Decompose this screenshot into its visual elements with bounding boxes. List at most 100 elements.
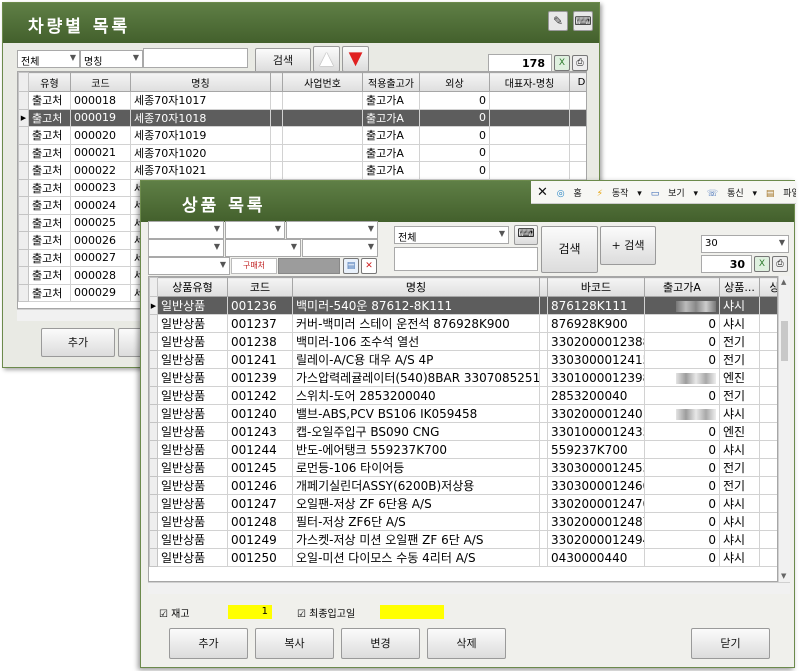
table-row[interactable]: 일반상품 001242 스위치-도어 2853200040 2853200040 0 전기 (149, 386, 777, 405)
product-filter-3[interactable]: ▼ (286, 221, 378, 239)
col-header-type[interactable]: 유형 (28, 72, 71, 92)
col-splitter[interactable] (270, 72, 283, 92)
col-header-name[interactable]: 명칭 (292, 277, 540, 297)
product-plus-search-button[interactable]: + 검색 (600, 226, 656, 265)
menu-view[interactable]: ▭ 보기 ▾ (651, 183, 698, 203)
excel-icon[interactable]: X (554, 55, 570, 71)
row-indicator[interactable] (149, 368, 158, 387)
scroll-thumb[interactable] (781, 321, 788, 361)
menu-home[interactable]: ◎ 홈 (557, 183, 588, 203)
product-copy-button[interactable]: 복사 (255, 628, 334, 659)
vehicle-search-button[interactable]: 검색 (255, 48, 311, 73)
product-filter-7[interactable]: ▼ (148, 257, 230, 275)
sort-down-icon[interactable]: ▼ (342, 46, 369, 72)
table-row[interactable]: ▶ 출고처 000019 세종70자1018 출고가A 0 (18, 108, 586, 127)
product-close-button[interactable]: 닫기 (691, 628, 770, 659)
col-header-product-type[interactable]: 상품유형 (157, 277, 228, 297)
row-indicator[interactable] (149, 350, 158, 369)
table-row[interactable]: 출고처 000020 세종70자1019 출고가A 0 (18, 126, 586, 145)
table-row[interactable]: ▶ 일반상품 001236 백미러-540운 87612-8K111 876128K11… (149, 296, 777, 315)
col-splitter[interactable] (539, 277, 548, 297)
row-indicator[interactable] (18, 283, 29, 302)
table-row[interactable]: 일반상품 001238 백미러-106 조수석 열선 3302000012388 0 전기 (149, 332, 777, 351)
table-row[interactable]: 일반상품 001250 오일-미션 다이모스 수동 4리터 A/S 043000044… (149, 548, 777, 567)
vehicle-field-select[interactable]: 명칭 ▼ (80, 50, 143, 68)
product-add-button[interactable]: 추가 (169, 628, 248, 659)
table-row[interactable]: 일반상품 001241 릴레이-A/C용 대우 A/S 4P 330300001241… (149, 350, 777, 369)
print-icon[interactable]: ⎙ (572, 55, 588, 71)
menu-file[interactable]: ▤ 파일 & (766, 183, 796, 203)
row-indicator[interactable] (149, 440, 158, 459)
product-search-button[interactable]: 검색 (541, 226, 598, 273)
table-row[interactable]: 출고처 000021 세종70자1020 출고가A 0 (18, 143, 586, 162)
col-header-bizno[interactable]: 사업번호 (282, 72, 363, 92)
product-filter-5[interactable]: ▼ (225, 239, 301, 257)
scroll-up-icon[interactable]: ▲ (781, 278, 786, 286)
col-header-price[interactable]: 적용출고가 (362, 72, 420, 92)
col-header-name[interactable]: 명칭 (130, 72, 271, 92)
table-row[interactable]: 일반상품 001249 가스켓-저상 미션 오일팬 ZF 6단 A/S 3302000… (149, 530, 777, 549)
row-indicator[interactable] (149, 530, 158, 549)
row-indicator[interactable] (149, 458, 158, 477)
table-row[interactable]: 일반상품 001245 로먼등-106 타이어등 3303000012453 0 전기 (149, 458, 777, 477)
col-header-barcode[interactable]: 바코드 (547, 277, 645, 297)
print-icon[interactable]: ⎙ (772, 256, 788, 272)
table-row[interactable]: 일반상품 001246 개페기실린더ASSY(6200B)저상용 3303000012… (149, 476, 777, 495)
col-header-d[interactable]: D (569, 72, 586, 92)
row-indicator[interactable] (149, 494, 158, 513)
row-indicator[interactable] (149, 548, 158, 567)
row-indicator[interactable] (18, 143, 29, 162)
row-indicator[interactable] (149, 386, 158, 405)
scroll-down-icon[interactable]: ▼ (781, 572, 786, 580)
row-indicator[interactable] (18, 161, 29, 180)
col-header-extra[interactable]: 상 (759, 277, 777, 297)
vehicle-add-button[interactable]: 추가 (41, 328, 115, 357)
table-row[interactable]: 일반상품 001237 커버-백미러 스테이 운전석 876928K900 87692… (149, 314, 777, 333)
product-all-select[interactable]: 전체 ▼ (394, 226, 509, 244)
row-indicator[interactable] (149, 404, 158, 423)
product-vertical-scrollbar[interactable]: ▲ ▼ (778, 276, 790, 582)
vehicle-search-input[interactable] (143, 48, 248, 68)
table-row[interactable]: 일반상품 001240 밸브-ABS,PCV BS106 IK059458 33020… (149, 404, 777, 423)
tools-icon[interactable]: ✎ (548, 11, 568, 31)
table-row[interactable]: 일반상품 001248 필터-저상 ZF6단 A/S 3302000012487 0 샤시 (149, 512, 777, 531)
col-header-price-a[interactable]: 출고가A (644, 277, 720, 297)
row-indicator[interactable] (18, 126, 29, 145)
row-indicator[interactable] (18, 91, 29, 110)
table-row[interactable]: 일반상품 001239 가스압력레귤레이터(540)8BAR 3307085251 … (149, 368, 777, 387)
row-indicator[interactable]: ▶ (149, 296, 158, 315)
product-edit-button[interactable]: 변경 (341, 628, 420, 659)
keyboard-icon[interactable]: ⌨ (573, 11, 593, 31)
row-indicator[interactable] (149, 476, 158, 495)
col-header-ceo[interactable]: 대표자-명칭 (489, 72, 570, 92)
product-search-input[interactable] (394, 247, 538, 271)
col-header-category[interactable]: 상품... (719, 277, 760, 297)
row-indicator[interactable] (18, 178, 29, 197)
row-indicator[interactable] (149, 332, 158, 351)
row-indicator[interactable] (149, 314, 158, 333)
keyboard-icon[interactable]: ⌨ (514, 225, 538, 245)
col-header-code[interactable]: 코드 (227, 277, 293, 297)
last-in-date-checkbox[interactable]: ☑ 최종입고일 (297, 605, 355, 620)
row-indicator[interactable]: ▶ (18, 108, 29, 127)
excel-icon[interactable]: X (754, 256, 770, 272)
row-indicator[interactable] (18, 213, 29, 232)
product-filter-4[interactable]: ▼ (148, 239, 224, 257)
clear-icon[interactable]: ✕ (361, 258, 377, 274)
row-indicator[interactable] (18, 196, 29, 215)
table-row[interactable]: 출고처 000018 세종70자1017 출고가A 0 (18, 91, 586, 110)
col-header-credit[interactable]: 외상 (419, 72, 490, 92)
table-row[interactable]: 일반상품 001247 오일팬-저상 ZF 6단용 A/S 3302000012470… (149, 494, 777, 513)
page-size-select[interactable]: 30 ▼ (701, 235, 789, 253)
close-x-icon[interactable]: ✕ (537, 181, 548, 203)
product-filter-1[interactable]: ▼ (148, 221, 224, 239)
row-indicator[interactable] (18, 231, 29, 250)
document-icon[interactable]: ▤ (343, 258, 359, 274)
product-filter-2[interactable]: ▼ (225, 221, 285, 239)
product-delete-button[interactable]: 삭제 (427, 628, 506, 659)
menu-comm[interactable]: ☏ 통신 ▾ (707, 183, 757, 203)
buyer-field[interactable] (278, 258, 340, 274)
sort-up-icon[interactable]: ▲ (313, 46, 340, 72)
menu-action[interactable]: ⚡ 동작 ▾ (597, 183, 642, 203)
stock-checkbox[interactable]: ☑ 재고 (159, 605, 190, 620)
